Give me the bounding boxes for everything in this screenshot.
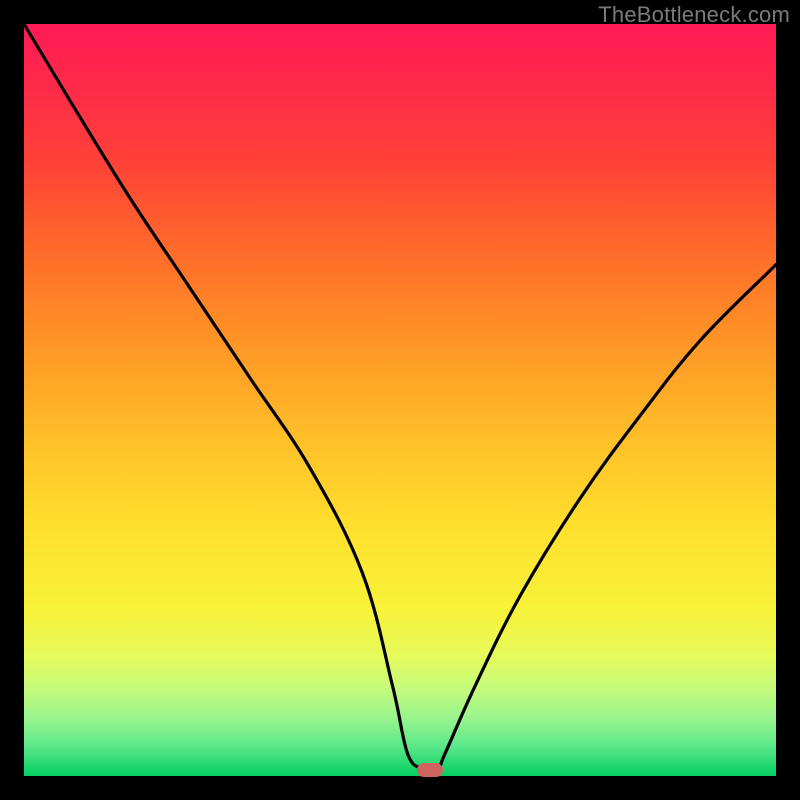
chart-plot-area [24, 24, 776, 776]
chart-frame: TheBottleneck.com [0, 0, 800, 800]
bottleneck-curve [24, 24, 776, 776]
optimum-marker [417, 763, 443, 777]
